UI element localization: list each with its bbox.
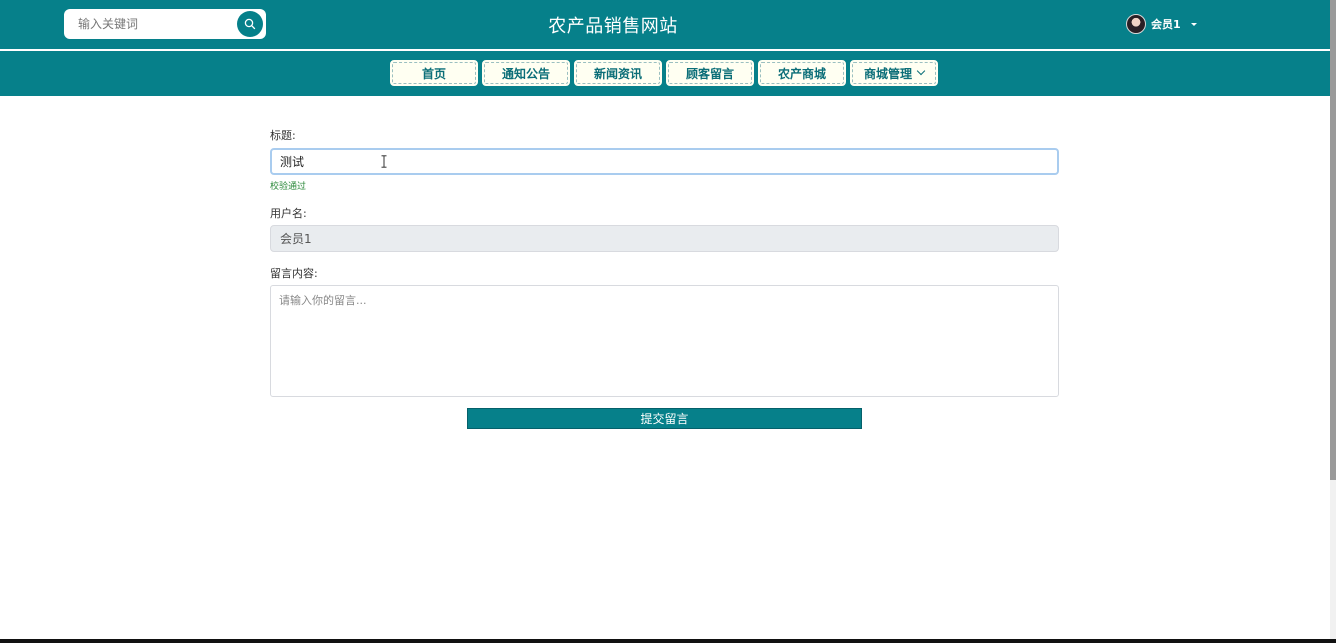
username-label: 用户名:	[270, 207, 307, 220]
message-content-textarea[interactable]	[270, 285, 1059, 397]
validation-message: 校验通过	[270, 182, 307, 192]
avatar	[1126, 14, 1146, 34]
chevron-down-icon	[916, 66, 926, 76]
nav-item-news[interactable]: 新闻资讯	[573, 59, 663, 87]
site-title: 农产品销售网站	[548, 16, 678, 37]
nav-item-shop-management[interactable]: 商城管理	[849, 59, 939, 87]
caret-down-icon	[1190, 22, 1197, 26]
user-menu[interactable]: 会员1	[1126, 14, 1197, 34]
username-field	[270, 225, 1059, 252]
content-label: 留言内容:	[270, 267, 318, 280]
nav-item-label: 商城管理	[863, 66, 912, 81]
nav-item-label: 农产商城	[777, 66, 826, 81]
nav-item-label: 通知公告	[501, 66, 550, 81]
nav-item-shop[interactable]: 农产商城	[757, 59, 847, 87]
nav-list: 首页 通知公告 新闻资讯 顾客留言 农产商城 商城管理	[389, 59, 941, 87]
nav-item-notices[interactable]: 通知公告	[481, 59, 571, 87]
bottom-edge	[0, 639, 1336, 643]
nav-bar: 首页 通知公告 新闻资讯 顾客留言 农产商城 商城管理	[0, 51, 1330, 96]
nav-item-label: 顾客留言	[685, 66, 734, 81]
scrollbar-thumb[interactable]	[1330, 0, 1336, 480]
nav-item-home[interactable]: 首页	[389, 59, 479, 87]
page: 农产品销售网站 会员1 首页 通知公告 新闻资讯 顾客留言 农产商城	[0, 0, 1336, 643]
top-header: 农产品销售网站 会员1	[0, 0, 1330, 49]
submit-message-button[interactable]: 提交留言	[467, 408, 862, 429]
title-input[interactable]	[270, 148, 1059, 175]
nav-item-label: 新闻资讯	[593, 66, 642, 81]
text-cursor-icon	[381, 155, 387, 168]
title-label: 标题:	[270, 129, 296, 142]
nav-item-label: 首页	[421, 66, 446, 81]
username-label: 会员1	[1151, 18, 1181, 31]
nav-item-messages[interactable]: 顾客留言	[665, 59, 755, 87]
